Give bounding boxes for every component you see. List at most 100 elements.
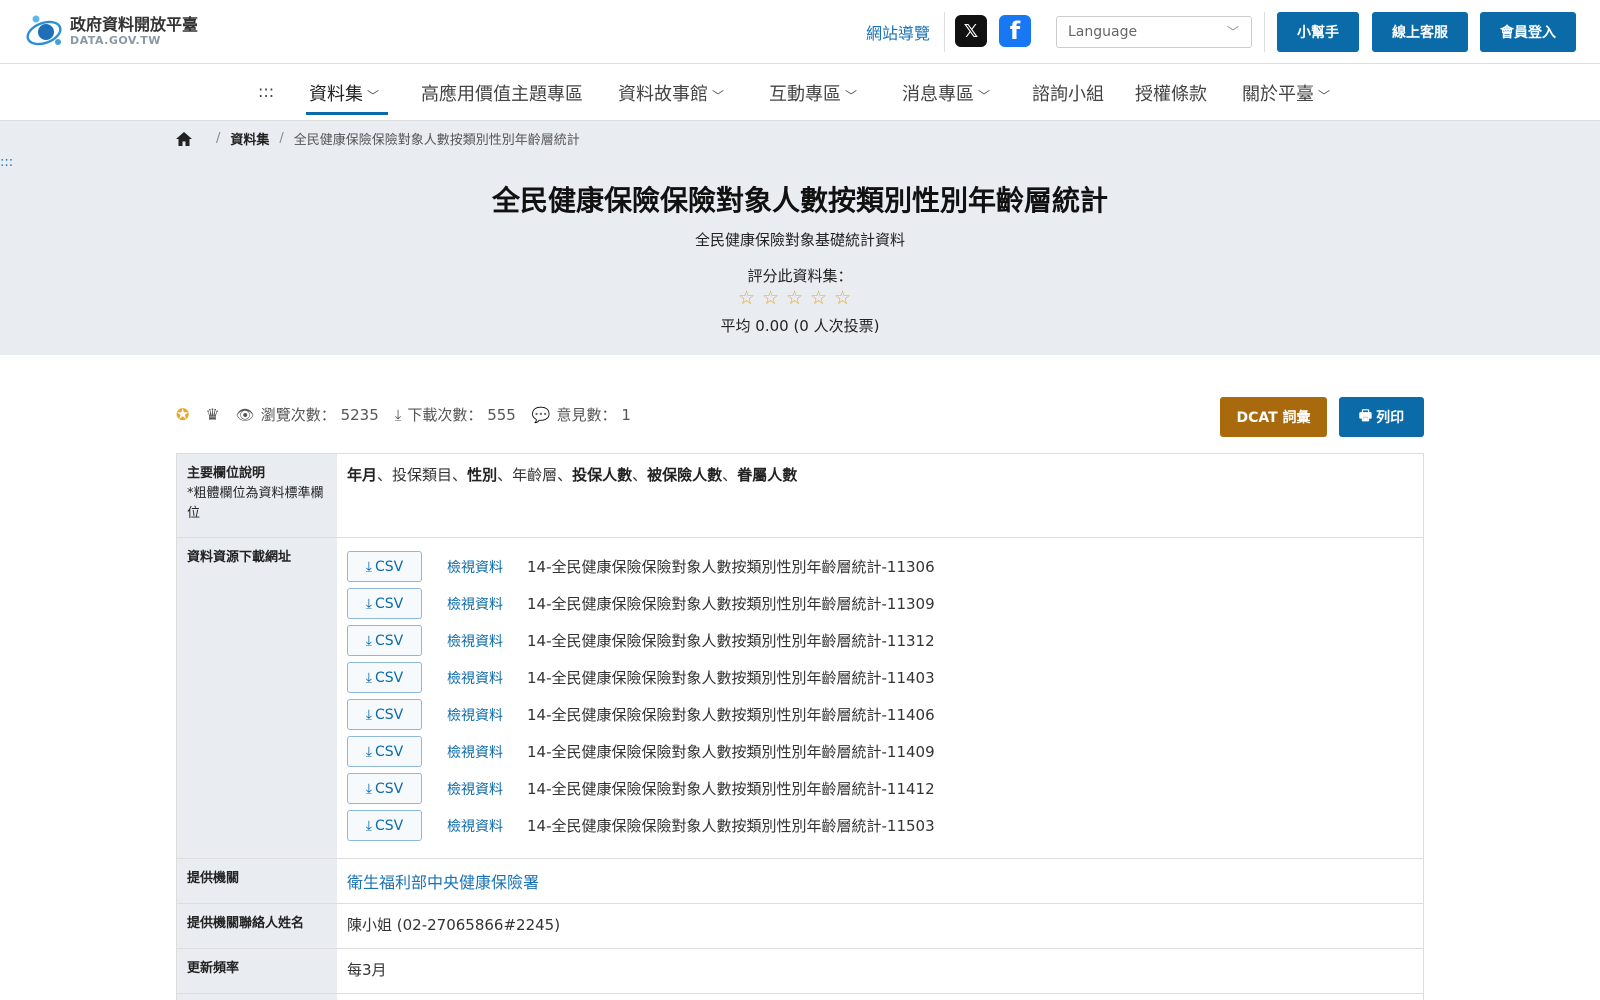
download-icon: ⤓: [365, 743, 372, 760]
resource-row: ⤓ CSV 檢視資料 14-全民健康保險保險對象人數按類別性別年齡層統計-11309: [347, 585, 1413, 622]
downloads-label: 下載次數：: [407, 406, 483, 424]
nav-item-license[interactable]: 授權條款: [1135, 80, 1207, 106]
print-button[interactable]: 🖶 列印: [1339, 397, 1424, 437]
breadcrumb: / 資料集 / 全民健康保險保險對象人數按類別性別年齡層統計: [176, 129, 580, 148]
downloads-stat: ⤓ 下載次數： 555: [395, 404, 516, 425]
csv-download-button[interactable]: ⤓ CSV: [347, 773, 422, 804]
view-data-link[interactable]: 檢視資料: [447, 631, 527, 651]
org-header: 提供機關: [177, 859, 337, 903]
language-select-value: Language: [1068, 24, 1138, 40]
chevron-down-icon: ﹀: [367, 89, 380, 103]
star-icon[interactable]: ☆: [834, 289, 852, 308]
nav-item-label: 授權條款: [1135, 84, 1207, 105]
x-twitter-icon[interactable]: 𝕏: [955, 15, 987, 47]
resource-row: ⤓ CSV 檢視資料 14-全民健康保險保險對象人數按類別性別年齡層統計-11403: [347, 659, 1413, 696]
table-row: 提供機關聯絡人姓名 陳小姐 (02-27065866#2245): [177, 904, 1423, 949]
divider: [944, 12, 945, 52]
table-row: [177, 994, 1423, 1000]
breadcrumb-datasets[interactable]: 資料集: [230, 129, 269, 148]
table-row: 資料資源下載網址 ⤓ CSV 檢視資料 14-全民健康保險保險對象人數按類別性別年齡層…: [177, 538, 1423, 859]
resource-row: ⤓ CSV 檢視資料 14-全民健康保險保險對象人數按類別性別年齡層統計-11409: [347, 733, 1413, 770]
dcat-button[interactable]: DCAT 詞彙: [1220, 397, 1327, 437]
view-data-link[interactable]: 檢視資料: [447, 742, 527, 762]
views-stat: 👁 瀏覽次數： 5235: [236, 404, 379, 425]
help-button[interactable]: 小幫手: [1277, 12, 1359, 52]
frequency-header: 更新頻率: [177, 949, 337, 993]
view-data-link[interactable]: 檢視資料: [447, 557, 527, 577]
view-data-link[interactable]: 檢視資料: [447, 705, 527, 725]
nav-item-high-value[interactable]: 高應用價值主題專區: [421, 80, 583, 106]
home-icon[interactable]: [176, 131, 192, 146]
logo-title: 政府資料開放平臺: [70, 15, 199, 34]
nav-item-stories[interactable]: 資料故事館 ﹀: [618, 80, 724, 106]
nav-item-interactive[interactable]: 互動專區 ﹀: [769, 80, 857, 106]
field-bold: 被保險人數: [647, 466, 723, 484]
resources-header: 資料資源下載網址: [177, 538, 337, 858]
resources-list: ⤓ CSV 檢視資料 14-全民健康保險保險對象人數按類別性別年齡層統計-11306 ⤓…: [337, 538, 1423, 858]
fields-header: 主要欄位說明 *粗體欄位為資料標準欄位: [177, 454, 337, 537]
csv-label: CSV: [374, 817, 404, 834]
online-service-button[interactable]: 線上客服: [1372, 12, 1468, 52]
csv-label: CSV: [374, 632, 404, 649]
resource-name: 14-全民健康保險保險對象人數按類別性別年齡層統計-11403: [527, 669, 935, 687]
logo-icon: [26, 15, 62, 46]
csv-download-button[interactable]: ⤓ CSV: [347, 699, 422, 730]
nav-active-indicator: [306, 112, 388, 115]
csv-download-button[interactable]: ⤓ CSV: [347, 588, 422, 619]
nav-item-label: 資料故事館: [618, 84, 708, 105]
csv-download-button[interactable]: ⤓ CSV: [347, 810, 422, 841]
csv-download-button[interactable]: ⤓ CSV: [347, 625, 422, 656]
view-data-link[interactable]: 檢視資料: [447, 594, 527, 614]
next-value: [337, 994, 1423, 1000]
view-data-link[interactable]: 檢視資料: [447, 779, 527, 799]
field-separator: 、: [452, 466, 468, 484]
csv-download-button[interactable]: ⤓ CSV: [347, 736, 422, 767]
star-icon[interactable]: ☆: [738, 289, 756, 308]
rating-label: 評分此資料集：: [747, 267, 853, 285]
field-bold: 投保人數: [572, 466, 633, 484]
star-icon[interactable]: ☆: [786, 289, 804, 308]
field-separator: 、: [497, 466, 513, 484]
nav-item-label: 消息專區: [902, 84, 974, 105]
nav-item-about[interactable]: 關於平臺 ﹀: [1242, 80, 1330, 106]
csv-label: CSV: [374, 780, 404, 797]
nav-item-label: 關於平臺: [1242, 84, 1314, 105]
dataset-info-table: 主要欄位說明 *粗體欄位為資料標準欄位 年月、投保類目、性別、年齡層、投保人數、…: [176, 453, 1424, 1000]
fields-value: 年月、投保類目、性別、年齡層、投保人數、被保險人數、眷屬人數: [337, 454, 1423, 537]
dataset-description: 全民健康保險對象基礎統計資料: [694, 231, 905, 249]
resource-name: 14-全民健康保險保險對象人數按類別性別年齡層統計-11306: [527, 558, 935, 576]
field-bold: 性別: [467, 466, 498, 484]
nav-item-datasets[interactable]: 資料集 ﹀: [309, 80, 379, 106]
field-separator: 、: [377, 466, 393, 484]
sitemap-link[interactable]: 網站導覽: [866, 20, 930, 44]
star-icon[interactable]: ☆: [762, 289, 780, 308]
language-select[interactable]: Language ﹀: [1056, 16, 1252, 48]
nav-item-label: 資料集: [309, 84, 363, 105]
printer-icon: 🖶: [1358, 408, 1373, 424]
facebook-icon[interactable]: f: [999, 15, 1031, 47]
dataset-stats: ✪ ♛ 👁 瀏覽次數： 5235 ⤓ 下載次數： 555 💬 意見數： 1: [176, 404, 647, 425]
chevron-down-icon: ﹀: [712, 89, 725, 103]
content-accesskey[interactable]: :::: [0, 155, 13, 170]
org-link[interactable]: 衛生福利部中央健康保險署: [347, 873, 539, 892]
nav-accesskey[interactable]: :::: [258, 82, 274, 101]
resource-row: ⤓ CSV 檢視資料 14-全民健康保險保險對象人數按類別性別年齡層統計-11503: [347, 807, 1413, 844]
nav-item-news[interactable]: 消息專區 ﹀: [902, 80, 990, 106]
view-data-link[interactable]: 檢視資料: [447, 668, 527, 688]
nav-item-advisory[interactable]: 諮詢小組: [1032, 80, 1104, 106]
chevron-down-icon: ﹀: [1226, 25, 1239, 39]
view-data-link[interactable]: 檢視資料: [447, 816, 527, 836]
logo-subtitle: DATA.GOV.TW: [70, 34, 161, 47]
csv-download-button[interactable]: ⤓ CSV: [347, 551, 422, 582]
csv-download-button[interactable]: ⤓ CSV: [347, 662, 422, 693]
download-icon: ⤓: [365, 632, 372, 649]
rating-stars[interactable]: ☆ ☆ ☆ ☆ ☆: [738, 289, 858, 308]
chevron-down-icon: ﹀: [845, 89, 858, 103]
comments-label: 意見數：: [556, 406, 617, 424]
resource-name: 14-全民健康保險保險對象人數按類別性別年齡層統計-11503: [527, 817, 935, 835]
download-icon: ⤓: [365, 780, 372, 797]
site-logo[interactable]: 政府資料開放平臺 DATA.GOV.TW: [24, 12, 198, 50]
member-login-button[interactable]: 會員登入: [1480, 12, 1576, 52]
field: 投保類目: [392, 466, 453, 484]
star-icon[interactable]: ☆: [810, 289, 828, 308]
